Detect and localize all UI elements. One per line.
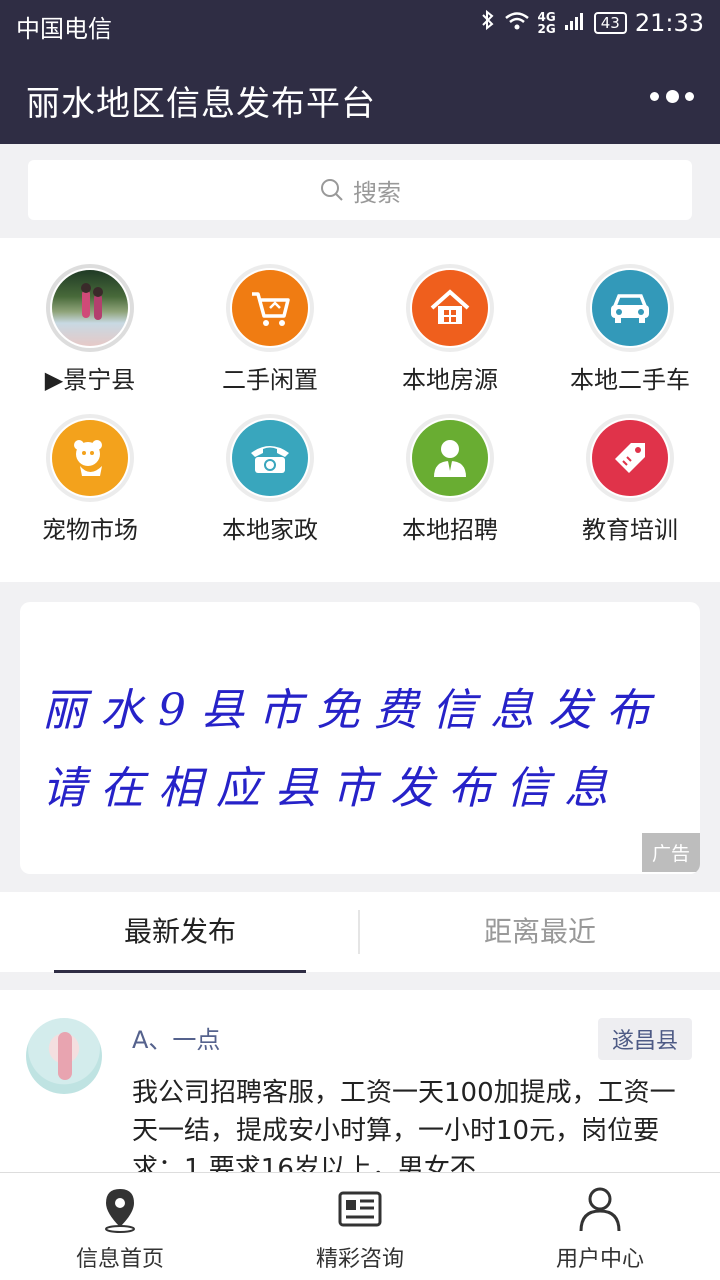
category-label: 本地招聘: [402, 516, 498, 544]
category-label: 本地二手车: [570, 366, 690, 394]
pet-icon-wrap: [46, 414, 134, 502]
nav-news[interactable]: 精彩咨询: [240, 1173, 480, 1280]
car-icon: [592, 270, 668, 346]
post-content: 我公司招聘客服，工资一天100加提成，工资一天一结，提成安小时算，一小时10元，…: [132, 1078, 676, 1174]
nav-label: 用户中心: [555, 1247, 644, 1272]
cart-icon-wrap: [226, 264, 314, 352]
cart-icon: [232, 270, 308, 346]
app-header: 丽水地区信息发布平台: [0, 48, 720, 144]
category-label: 本地家政: [222, 516, 318, 544]
person-icon: [412, 420, 488, 496]
phone-icon: [232, 420, 308, 496]
nav-user-center[interactable]: 用户中心: [480, 1173, 720, 1280]
category-label: 教育培训: [582, 516, 678, 544]
network-type: 4G 2G: [537, 10, 556, 36]
category-jobs[interactable]: 本地招聘: [360, 414, 540, 545]
nav-home[interactable]: 信息首页: [0, 1173, 240, 1280]
search-icon: [321, 179, 343, 201]
tab-nearest[interactable]: 距离最近: [360, 892, 720, 972]
status-bar: 中国电信 4G 2G 43 21:33: [0, 0, 720, 48]
location-pin-icon: [105, 1189, 135, 1233]
category-grid: ▶景宁县 二手闲置 本地房源 本地二手车 宠物市场 本地家政 本地招聘 教育培训: [0, 238, 720, 582]
more-dots-icon[interactable]: [650, 84, 694, 108]
banner-ad[interactable]: 丽水9县市免费信息发布 请在相应县市发布信息 广告: [20, 602, 700, 874]
search-section: 搜索: [0, 144, 720, 238]
category-education[interactable]: 教育培训: [540, 414, 720, 545]
user-icon: [579, 1187, 621, 1232]
search-input[interactable]: 搜索: [28, 160, 692, 220]
category-housing[interactable]: 本地房源: [360, 264, 540, 395]
ad-label: 广告: [641, 833, 700, 872]
category-jingning[interactable]: ▶景宁县: [0, 264, 180, 395]
clock: 21:33: [634, 9, 704, 37]
tab-latest[interactable]: 最新发布: [0, 892, 360, 972]
category-label: 宠物市场: [42, 516, 138, 544]
nav-label: 精彩咨询: [315, 1247, 404, 1272]
avatar[interactable]: [26, 1018, 102, 1094]
tag-icon-wrap: [586, 414, 674, 502]
battery-indicator: 43: [593, 12, 627, 34]
category-label: 本地房源: [402, 366, 498, 394]
banner-line-2: 请在相应县市发布信息: [42, 763, 622, 814]
person-icon-wrap: [406, 414, 494, 502]
bluetooth-icon: [480, 9, 496, 37]
category-label: ▶景宁县: [44, 366, 136, 394]
active-tab-indicator: [54, 970, 306, 973]
car-icon-wrap: [586, 264, 674, 352]
category-label: 二手闲置: [222, 366, 318, 394]
county-badge: 遂昌县: [597, 1018, 692, 1060]
signal-icon: [564, 9, 586, 37]
county-photo: [46, 264, 134, 352]
category-housekeeping[interactable]: 本地家政: [180, 414, 360, 545]
category-used-cars[interactable]: 本地二手车: [540, 264, 720, 395]
carrier-name: 中国电信: [16, 15, 112, 43]
list-item[interactable]: A、一点 遂昌县 我公司招聘客服，工资一天100加提成，工资一天一结，提成安小时…: [0, 990, 720, 1174]
banner-line-1: 丽水9县市免费信息发布: [42, 685, 664, 736]
house-icon-wrap: [406, 264, 494, 352]
house-icon: [412, 270, 488, 346]
tag-icon: [592, 420, 668, 496]
search-placeholder: 搜索: [353, 178, 401, 207]
post-username[interactable]: A、一点: [132, 1020, 220, 1055]
bottom-nav: 信息首页 精彩咨询 用户中心: [0, 1172, 720, 1280]
status-indicators: 4G 2G 43 21:33: [480, 9, 704, 37]
nav-label: 信息首页: [75, 1247, 164, 1272]
pet-icon: [52, 420, 128, 496]
wifi-icon: [504, 9, 530, 37]
category-secondhand[interactable]: 二手闲置: [180, 264, 360, 395]
category-pets[interactable]: 宠物市场: [0, 414, 180, 545]
phone-icon-wrap: [226, 414, 314, 502]
page-title: 丽水地区信息发布平台: [26, 84, 376, 124]
news-icon: [338, 1191, 382, 1227]
feed-tabs: 最新发布 距离最近: [0, 892, 720, 973]
